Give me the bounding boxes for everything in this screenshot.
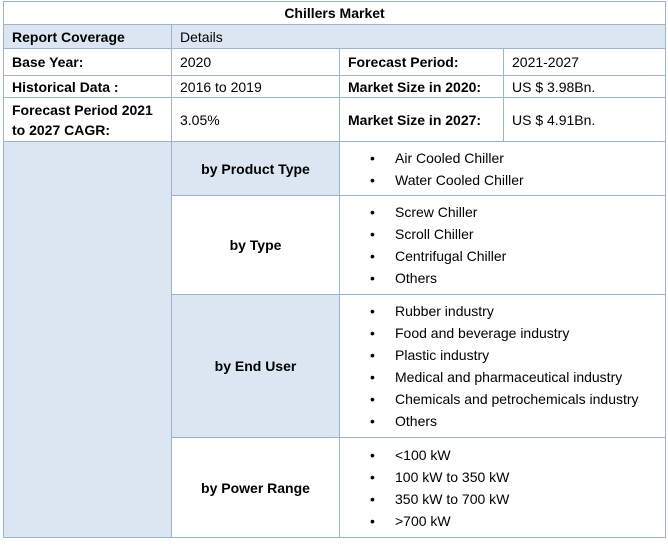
list-item: Scroll Chiller <box>348 223 665 245</box>
list-item: 350 kW to 700 kW <box>348 488 665 510</box>
list-item: Chemicals and petrochemicals industry <box>348 388 665 410</box>
list-item: Others <box>348 410 665 432</box>
table-row: Historical Data : 2016 to 2019 Market Si… <box>3 75 666 98</box>
list-item: Screw Chiller <box>348 201 665 223</box>
list-item: Rubber industry <box>348 300 665 322</box>
list-item: 100 kW to 350 kW <box>348 466 665 488</box>
market-size-2027-value: US $ 4.91Bn. <box>503 97 666 142</box>
list-item: Water Cooled Chiller <box>348 169 665 191</box>
cagr-label: Forecast Period 2021 to 2027 CAGR: <box>3 97 172 142</box>
segment-items: Rubber industry Food and beverage indust… <box>339 294 666 438</box>
segment-items: Air Cooled Chiller Water Cooled Chiller <box>339 141 666 196</box>
table-row: Forecast Period 2021 to 2027 CAGR: 3.05%… <box>3 97 666 142</box>
chillers-market-table: Chillers Market Report Coverage Details … <box>3 1 666 538</box>
list-item: >700 kW <box>348 510 665 532</box>
list-item: Centrifugal Chiller <box>348 245 665 267</box>
segment-list: <100 kW 100 kW to 350 kW 350 kW to 700 k… <box>348 444 665 532</box>
coverage-value: Details <box>171 24 666 49</box>
market-size-2020-value: US $ 3.98Bn. <box>503 75 666 98</box>
coverage-label: Report Coverage <box>3 24 172 49</box>
table-title-row: Chillers Market <box>3 1 666 25</box>
base-year-label: Base Year: <box>3 48 172 76</box>
segment-list: Air Cooled Chiller Water Cooled Chiller <box>348 147 665 191</box>
market-size-2027-label: Market Size in 2027: <box>339 97 504 142</box>
segment-label: by Product Type <box>171 141 340 196</box>
forecast-period-label: Forecast Period: <box>339 48 504 76</box>
list-item: Medical and pharmaceutical industry <box>348 366 665 388</box>
segment-blank-cell <box>3 141 172 538</box>
list-item: Air Cooled Chiller <box>348 147 665 169</box>
segment-label: by Power Range <box>171 437 340 538</box>
segment-row: by Product Type Air Cooled Chiller Water… <box>3 141 666 538</box>
historical-data-label: Historical Data : <box>3 75 172 98</box>
coverage-row: Report Coverage Details <box>3 24 666 49</box>
historical-data-value: 2016 to 2019 <box>171 75 340 98</box>
list-item: <100 kW <box>348 444 665 466</box>
segment-label: by End User <box>171 294 340 438</box>
base-year-value: 2020 <box>171 48 340 76</box>
list-item: Others <box>348 267 665 289</box>
segment-list: Rubber industry Food and beverage indust… <box>348 300 665 432</box>
forecast-period-value: 2021-2027 <box>503 48 666 76</box>
market-size-2020-label: Market Size in 2020: <box>339 75 504 98</box>
table-title: Chillers Market <box>3 1 666 25</box>
segment-label: by Type <box>171 195 340 295</box>
list-item: Plastic industry <box>348 344 665 366</box>
segment-items: <100 kW 100 kW to 350 kW 350 kW to 700 k… <box>339 437 666 538</box>
segment-items: Screw Chiller Scroll Chiller Centrifugal… <box>339 195 666 295</box>
cagr-value: 3.05% <box>171 97 340 142</box>
segment-list: Screw Chiller Scroll Chiller Centrifugal… <box>348 201 665 289</box>
table-row: Base Year: 2020 Forecast Period: 2021-20… <box>3 48 666 76</box>
list-item: Food and beverage industry <box>348 322 665 344</box>
